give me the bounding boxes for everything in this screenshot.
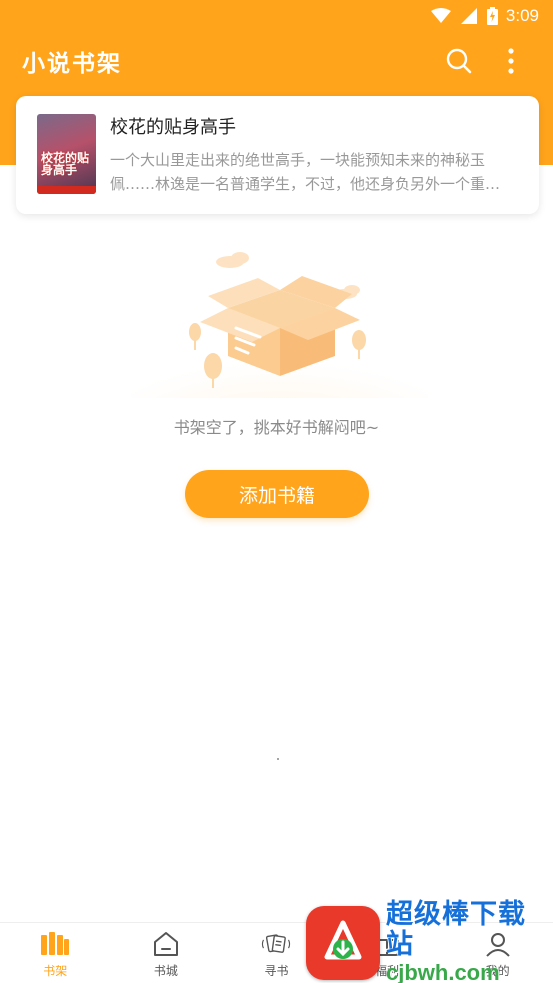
bookshelf-icon (39, 929, 71, 959)
nav-label: 书架 (43, 964, 68, 978)
find-book-icon (260, 929, 292, 959)
nav-label: 寻书 (264, 964, 289, 978)
more-vert-icon (508, 48, 514, 74)
battery-icon (486, 7, 498, 25)
book-info: 校花的贴身高手 一个大山里走出来的绝世高手，一块能预知未来的神秘玉佩……林逸是一… (110, 114, 523, 198)
dot-divider (277, 758, 279, 760)
status-time: 3:09 (505, 6, 539, 25)
app-title: 小说书架 (22, 50, 122, 77)
cover-title: 校花的贴身高手 (41, 151, 90, 177)
status-bar: 3:09 (0, 0, 553, 32)
search-button[interactable] (439, 41, 479, 81)
search-icon (446, 48, 472, 74)
watermark-url: cjbwh.com (386, 960, 500, 983)
wifi-icon (430, 8, 451, 24)
watermark-title: 超级棒下载站 (386, 899, 526, 960)
nav-item-store[interactable]: 书城 (111, 923, 222, 983)
watermark-text: 超级棒下载站 cjbwh.com (386, 900, 553, 983)
book-card[interactable]: 校花的贴身高手 校花的贴身高手 一个大山里走出来的绝世高手，一块能预知未来的神秘… (16, 96, 539, 214)
book-title: 校花的贴身高手 (110, 117, 236, 138)
empty-box-illustration (130, 252, 430, 398)
empty-shelf-message: 书架空了，挑本好书解闷吧~ (173, 418, 380, 437)
nav-label: 书城 (153, 964, 178, 978)
store-icon (150, 929, 182, 959)
add-book-button[interactable]: 添加书籍 (185, 470, 369, 518)
book-cover: 校花的贴身高手 (37, 114, 96, 194)
watermark-logo-icon (306, 906, 380, 980)
nav-item-bookshelf[interactable]: 书架 (0, 923, 111, 983)
cover-strip (37, 186, 96, 194)
more-button[interactable] (491, 41, 531, 81)
book-description: 一个大山里走出来的绝世高手，一块能预知未来的神秘玉佩……林逸是一名普通学生，不过… (110, 151, 486, 193)
watermark: 超级棒下载站 cjbwh.com (306, 900, 553, 983)
app-bar: 小说书架 (0, 36, 553, 86)
app-actions (439, 41, 531, 81)
signal-icon (460, 8, 477, 24)
